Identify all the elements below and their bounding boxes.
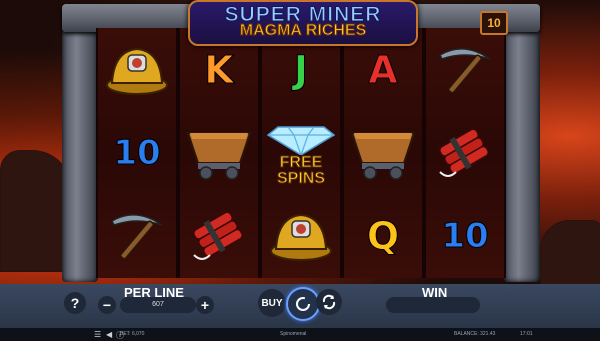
- menu-icon[interactable]: ☰: [94, 330, 101, 339]
- right-rock-formation: [540, 220, 600, 286]
- reel-1: 10: [96, 28, 178, 278]
- symbol-q: Q: [344, 194, 422, 277]
- autoplay-icon: [322, 294, 336, 310]
- status-bar: ☰ ◀ ⓘ BET: 6,070 Spinomenal BALANCE: 321…: [0, 328, 600, 340]
- help-button[interactable]: ?: [64, 292, 86, 314]
- symbol-helmet: [98, 28, 176, 111]
- brand-logo: Spinomenal: [280, 331, 307, 337]
- pickaxe-icon: [439, 47, 491, 93]
- symbol-k-text: K: [204, 47, 234, 92]
- symbol-ten-text: 10: [441, 215, 489, 256]
- symbol-ten: 10: [426, 194, 504, 277]
- symbol-minecart: [180, 111, 258, 194]
- pickaxe-icon: [111, 213, 163, 259]
- autoplay-button[interactable]: [316, 289, 342, 315]
- right-support-post: [504, 4, 540, 282]
- game-logo: SUPER MINER MAGMA RICHES: [188, 0, 418, 46]
- paylines-badge[interactable]: 10: [480, 11, 508, 35]
- help-button-label: ?: [70, 295, 80, 311]
- symbol-dynamite: [180, 194, 258, 277]
- spin-icon: [296, 297, 310, 311]
- symbol-helmet: [262, 194, 340, 277]
- reel-3: J FREE SPINS: [260, 28, 342, 278]
- helmet-icon: [106, 47, 168, 95]
- reel-5: 10: [424, 28, 506, 278]
- reel-4: A Q: [342, 28, 424, 278]
- balance-readout: BALANCE: 321.43: [454, 331, 496, 337]
- symbol-minecart: [344, 111, 422, 194]
- win-value: [386, 297, 480, 313]
- free-spins-line1: FREE: [279, 153, 323, 171]
- spin-button[interactable]: [286, 287, 320, 321]
- per-line-value: 607: [120, 297, 196, 313]
- symbol-pickaxe: [426, 28, 504, 111]
- dynamite-icon: [439, 127, 489, 177]
- clock: 17:01: [520, 331, 533, 337]
- diamond-icon: [266, 125, 336, 155]
- buy-button[interactable]: BUY: [258, 289, 286, 317]
- minecart-icon: [186, 131, 252, 180]
- bet-readout: BET: 6,070: [120, 331, 145, 337]
- logo-title-line2: MAGMA RICHES: [239, 22, 367, 40]
- left-support-post: [62, 4, 98, 282]
- decrease-bet-button[interactable]: −: [98, 296, 116, 314]
- symbol-pickaxe: [98, 194, 176, 277]
- increase-bet-button[interactable]: +: [196, 296, 214, 314]
- buy-button-label: BUY: [261, 297, 283, 309]
- symbol-ten: 10: [98, 111, 176, 194]
- symbol-j-text: J: [293, 47, 309, 92]
- reel-2: K: [178, 28, 260, 278]
- symbol-q-text: Q: [366, 213, 400, 258]
- minecart-icon: [350, 131, 416, 180]
- free-spins-line2: SPINS: [276, 169, 325, 187]
- symbol-dynamite: [426, 111, 504, 194]
- dynamite-icon: [193, 210, 243, 260]
- sound-icon[interactable]: ◀: [106, 330, 112, 339]
- helmet-icon: [270, 213, 332, 261]
- minus-icon: −: [102, 297, 112, 313]
- symbol-a-text: A: [368, 47, 398, 92]
- plus-icon: +: [200, 297, 210, 313]
- symbol-ten-text: 10: [113, 132, 161, 173]
- reel-area: 10 K J FREE SPINS A Q 10: [96, 28, 506, 278]
- symbol-free-spins: FREE SPINS: [262, 111, 340, 194]
